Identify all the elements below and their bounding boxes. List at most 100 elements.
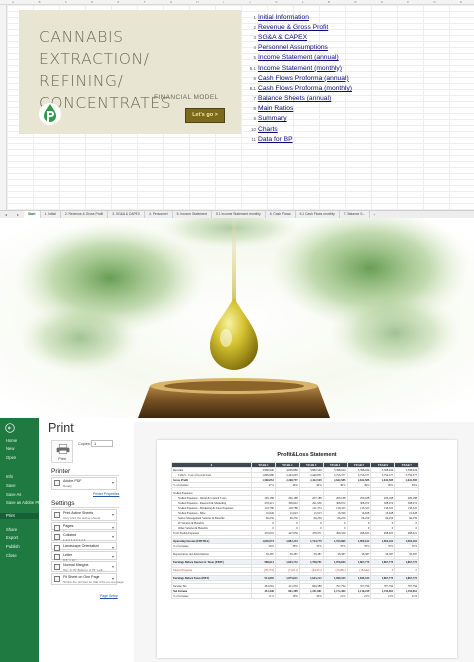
print-setting[interactable]: Landscape Orientation ▾ (51, 542, 117, 551)
printer-properties-link[interactable]: Printer Properties (93, 492, 119, 496)
toc-number: 10 (250, 126, 256, 132)
column-letter[interactable]: E (105, 0, 131, 4)
print-setting[interactable]: Pages:to▾ (51, 522, 117, 533)
toc-link[interactable]: Revenue & Gross Profit (258, 24, 328, 31)
column-letter[interactable]: B (26, 0, 52, 4)
toc-item: 5.1 Income Statement (monthly) (249, 63, 469, 73)
page-setup-link[interactable]: Page Setup (100, 594, 118, 598)
column-letter[interactable]: I (211, 0, 237, 4)
sheet-tab[interactable]: 5.1 Income Statement monthly (212, 211, 266, 218)
nav-item[interactable]: Print (0, 513, 39, 519)
nav-item[interactable]: Share (6, 527, 17, 532)
nav-item[interactable]: Save As (6, 492, 21, 497)
setting-icon (54, 512, 60, 518)
column-letter[interactable]: K (263, 0, 289, 4)
table-cell: 21% (394, 593, 420, 599)
column-letter[interactable]: A (0, 0, 26, 4)
toc-number: 5.1 (249, 65, 256, 71)
sheet-tab[interactable]: 3. SG&A & CAPEX (108, 211, 146, 218)
table-of-contents: 1 Initial Information 2 Revenue & Gross Pro… (249, 12, 469, 144)
sheet-tab[interactable]: 2. Revenue & Gross Profit (61, 211, 109, 218)
toc-item: 3 SG&A & CAPEX (249, 32, 469, 42)
report-title: Profit&Loss Statement (277, 452, 337, 458)
toc-number: 4 (253, 45, 256, 51)
copies-input[interactable]: 1 (91, 440, 113, 447)
print-setting[interactable]: Fit Sheet on One Page Shrink the printout… (51, 573, 124, 585)
column-letter[interactable]: D (79, 0, 105, 4)
setting-label: Landscape Orientation (63, 544, 100, 548)
toc-link[interactable]: Summary (258, 115, 287, 122)
toc-link[interactable]: Data for BP (258, 136, 293, 143)
toc-link[interactable]: Main Ratios (258, 105, 293, 112)
preview-page: Profit&Loss Statement $ YEAR 1 YEAR 2 YEAR … (157, 440, 457, 658)
setting-label: Normal Margins (63, 563, 89, 567)
print-setting[interactable]: Letter 8.5" x 11" ▾ (51, 551, 117, 562)
nav-item[interactable]: Publish (6, 544, 20, 549)
sheet-tab-bar: ◂ ▸ Start 1. Initial 2. Revenue & Gross Pr… (0, 210, 474, 219)
nav-item[interactable]: Open (6, 455, 16, 460)
setting-detail: Shrink the printout so that it fits on o… (63, 579, 124, 584)
column-letter[interactable]: N (342, 0, 368, 4)
print-button[interactable]: Print (51, 440, 73, 463)
column-letter[interactable]: J (237, 0, 263, 4)
toc-number: 6.1 (249, 85, 256, 91)
sheet-tab[interactable]: 6.1 Cash Flows monthly (296, 211, 340, 218)
print-setting[interactable]: Normal Margins Top: 0.75" Bottom: 0.75" L… (51, 561, 117, 572)
toc-number: 1 (253, 14, 256, 20)
table-cell: 21% (370, 593, 396, 599)
nav-item[interactable]: Home (6, 438, 17, 443)
column-letter[interactable]: P (395, 0, 421, 4)
nav-item[interactable]: Export (6, 535, 18, 540)
nav-item[interactable]: Info (6, 474, 13, 479)
printer-select[interactable]: Adobe PDF Ready ▾ (51, 477, 117, 490)
column-letter[interactable]: L (290, 0, 316, 4)
toc-item: 1 Initial Information (249, 12, 469, 22)
setting-label: Fit Sheet on One Page (63, 575, 100, 579)
print-setting[interactable]: Print Active Sheets Only print the active… (51, 509, 117, 521)
nav-item[interactable]: Save as Adobe PDF (6, 500, 44, 505)
sheet-tab[interactable]: 5. Income Statement (173, 211, 212, 218)
column-letter[interactable]: H (184, 0, 210, 4)
toc-link[interactable]: Income Statement (annual) (258, 54, 339, 61)
toc-item: 8 Main Ratios (249, 104, 469, 114)
column-letter[interactable]: R (448, 0, 474, 4)
setting-icon (54, 576, 60, 582)
toc-link[interactable]: SG&A & CAPEX (258, 34, 307, 41)
toc-link[interactable]: Cash Flows Proforma (monthly) (258, 85, 352, 92)
setting-icon (54, 534, 60, 540)
print-setting[interactable]: Collated 1,2,3 1,2,3 1,2,3 ▾ (51, 531, 117, 542)
toc-item: 11 Data for BP (249, 134, 469, 144)
table-cell: 21% (322, 593, 348, 599)
chevron-down-icon: ▾ (111, 512, 114, 517)
nav-item[interactable]: Save (6, 483, 16, 488)
toc-link[interactable]: Charts (258, 126, 278, 133)
toc-link[interactable]: Cash Flows Proforma (annual) (258, 75, 349, 82)
toc-link[interactable]: Personnel Assumptions (258, 44, 328, 51)
column-letter[interactable]: Q (421, 0, 447, 4)
printer-name: Adobe PDF (63, 479, 82, 483)
column-letter[interactable]: G (158, 0, 184, 4)
sheet-tab[interactable]: 6. Cash Flows (266, 211, 296, 218)
column-letter[interactable]: O (369, 0, 395, 4)
lets-go-button[interactable]: Let's go > (185, 108, 225, 123)
chevron-down-icon: ▾ (111, 545, 114, 550)
table-cell: 18% (274, 593, 300, 599)
sheet-tab[interactable]: 4. Personnel (145, 211, 173, 218)
column-letter[interactable]: C (53, 0, 79, 4)
cannabis-drop-logo-icon (39, 103, 61, 125)
tab-scroll-left-icon[interactable]: ◂ (0, 212, 12, 217)
sheet-tab[interactable]: 7. Balance S... (340, 211, 371, 218)
back-arrow-icon[interactable] (5, 423, 15, 433)
sheet-tab[interactable]: 1. Initial (41, 211, 61, 218)
tab-scroll-right-icon[interactable]: ▸ (12, 212, 24, 217)
setting-detail: Only print the active sheets (63, 515, 101, 520)
nav-item[interactable]: New (6, 446, 14, 451)
nav-item[interactable]: Close (6, 553, 17, 558)
toc-link[interactable]: Balance Sheets (annual) (258, 95, 331, 102)
column-letter[interactable]: M (316, 0, 342, 4)
column-letter[interactable]: F (132, 0, 158, 4)
toc-number: 3 (253, 34, 256, 40)
add-sheet-icon[interactable]: + (370, 213, 378, 217)
toc-link[interactable]: Initial Information (258, 14, 309, 21)
toc-link[interactable]: Income Statement (monthly) (258, 65, 342, 72)
